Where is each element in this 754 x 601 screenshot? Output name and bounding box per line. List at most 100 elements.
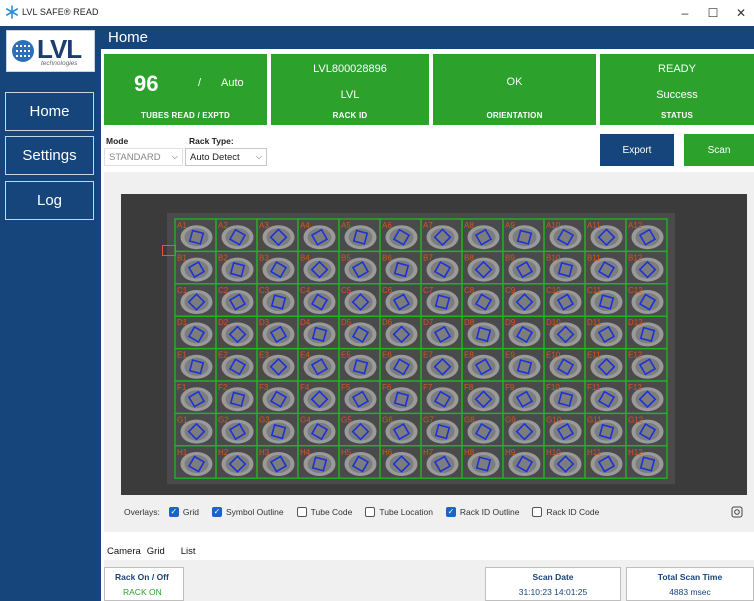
well-label: F7 (423, 383, 433, 392)
rack-onoff-value: RACK ON (123, 587, 162, 597)
rack-onoff-title: Rack On / Off (115, 572, 169, 582)
view-tabs: Camera Grid List (104, 544, 199, 560)
sidebar-item-settings[interactable]: Settings (5, 136, 94, 175)
well-label: A6 (382, 221, 392, 230)
overlays-label: Overlays: (124, 507, 160, 517)
rack-type-label: Rack Type: (189, 136, 234, 146)
well-label: H10 (546, 448, 561, 457)
tab-grid[interactable]: Grid (144, 544, 168, 560)
well-label: B6 (382, 253, 392, 262)
overlay-tube-location-label: Tube Location (379, 507, 433, 517)
well-label: H8 (464, 448, 475, 457)
well-label: D2 (218, 318, 229, 327)
well-label: E10 (546, 351, 561, 360)
well-label: G4 (300, 415, 311, 424)
logo-mark-icon (12, 40, 34, 62)
export-button[interactable]: Export (600, 134, 674, 166)
rack-id-outline (162, 245, 176, 256)
mode-select[interactable]: STANDARD ⌵ (104, 148, 183, 166)
tubes-read-count: 96 (134, 71, 159, 96)
well-label: E2 (218, 351, 228, 360)
well-label: E4 (300, 351, 310, 360)
logo: LVL technologies (6, 30, 95, 72)
well-label: G1 (177, 415, 188, 424)
well-label: E6 (382, 351, 392, 360)
well-label: G6 (382, 415, 393, 424)
well-label: C4 (300, 286, 311, 295)
well-label: B2 (218, 253, 228, 262)
well-label: G11 (587, 415, 602, 424)
orientation-tile: OK ORIENTATION (433, 54, 596, 125)
rack-type-value: Auto Detect (190, 152, 240, 163)
well-label: C7 (423, 286, 434, 295)
well-label: A4 (300, 221, 310, 230)
well-label: E5 (341, 351, 351, 360)
well-label: D10 (546, 318, 561, 327)
logo-subtitle: technologies (41, 60, 78, 67)
well-label: H1 (177, 448, 188, 457)
well-label: C11 (587, 286, 602, 295)
well-label: H3 (259, 448, 270, 457)
well-label: H4 (300, 448, 311, 457)
well-label: D6 (382, 318, 393, 327)
well-label: A10 (546, 221, 561, 230)
overlay-rack-id-code-option[interactable]: Rack ID Code (532, 507, 599, 517)
well-label: C5 (341, 286, 352, 295)
sidebar-item-label: Home (29, 103, 70, 120)
well-label: E8 (464, 351, 474, 360)
well-label: E7 (423, 351, 433, 360)
checkbox-checked-icon[interactable]: ✓ (168, 507, 179, 517)
tubes-read-tile: 96 / Auto TUBES READ / EXPTD (104, 54, 267, 125)
scan-button[interactable]: Scan (684, 134, 754, 166)
zoom-fit-icon[interactable] (731, 506, 743, 518)
overlay-tube-location-option[interactable]: Tube Location (365, 507, 433, 517)
sidebar-item-home[interactable]: Home (5, 92, 94, 131)
well-label: B7 (423, 253, 433, 262)
well-label: G9 (505, 415, 516, 424)
overlay-grid-option[interactable]: ✓ Grid (168, 507, 199, 517)
overlay-rack-id-outline-option[interactable]: ✓ Rack ID Outline (445, 507, 519, 517)
scan-date-title: Scan Date (532, 572, 574, 582)
well-label: F2 (218, 383, 228, 392)
well-label: H7 (423, 448, 434, 457)
status-result: Success (656, 89, 698, 101)
well-label: G8 (464, 415, 475, 424)
well-label: F5 (341, 383, 351, 392)
chevron-down-icon: ⌵ (255, 152, 262, 161)
well-label: D7 (423, 318, 434, 327)
maximize-button[interactable]: ☐ (701, 4, 725, 22)
well-label: H9 (505, 448, 516, 457)
checkbox-unchecked-icon[interactable] (365, 507, 376, 517)
checkbox-unchecked-icon[interactable] (532, 507, 543, 517)
tab-camera[interactable]: Camera (104, 544, 144, 560)
well-label: F1 (177, 383, 187, 392)
overlay-symbol-outline-option[interactable]: ✓ Symbol Outline (211, 507, 284, 517)
rack-grid-overlay: A1 A2 A3 A4 A5 A6 A7 A8 A9 A10 A11 A12 B1 B2 B3 B4 B5 B6 B… (167, 213, 675, 485)
app-window: LVL SAFE® READ – ☐ ✕ LVL technologies Ho… (0, 0, 754, 601)
mode-label: Mode (106, 136, 129, 146)
well-label: D12 (628, 318, 643, 327)
overlay-grid-label: Grid (182, 507, 199, 517)
rack-type-select[interactable]: Auto Detect ⌵ (185, 148, 267, 166)
well-label: B11 (587, 253, 601, 262)
overlay-tube-code-option[interactable]: Tube Code (296, 507, 352, 517)
checkbox-checked-icon[interactable]: ✓ (445, 507, 456, 517)
well-label: C12 (628, 286, 643, 295)
rack-id-label: RACK ID (332, 111, 368, 120)
tab-list[interactable]: List (178, 544, 199, 560)
minimize-button[interactable]: – (673, 4, 697, 22)
well-label: B12 (628, 253, 643, 262)
well-label: E9 (505, 351, 515, 360)
sidebar-item-log[interactable]: Log (5, 181, 94, 220)
scan-label: Scan (707, 144, 731, 156)
well-label: F3 (259, 383, 269, 392)
checkbox-unchecked-icon[interactable] (296, 507, 307, 517)
well-label: D11 (587, 318, 602, 327)
well-label: A1 (177, 221, 187, 230)
close-button[interactable]: ✕ (729, 4, 753, 22)
checkbox-checked-icon[interactable]: ✓ (211, 507, 222, 517)
export-label: Export (622, 144, 652, 156)
sidebar: LVL technologies Home Settings Log (0, 26, 101, 601)
well-label: B5 (341, 253, 351, 262)
snowflake-icon (5, 5, 19, 19)
